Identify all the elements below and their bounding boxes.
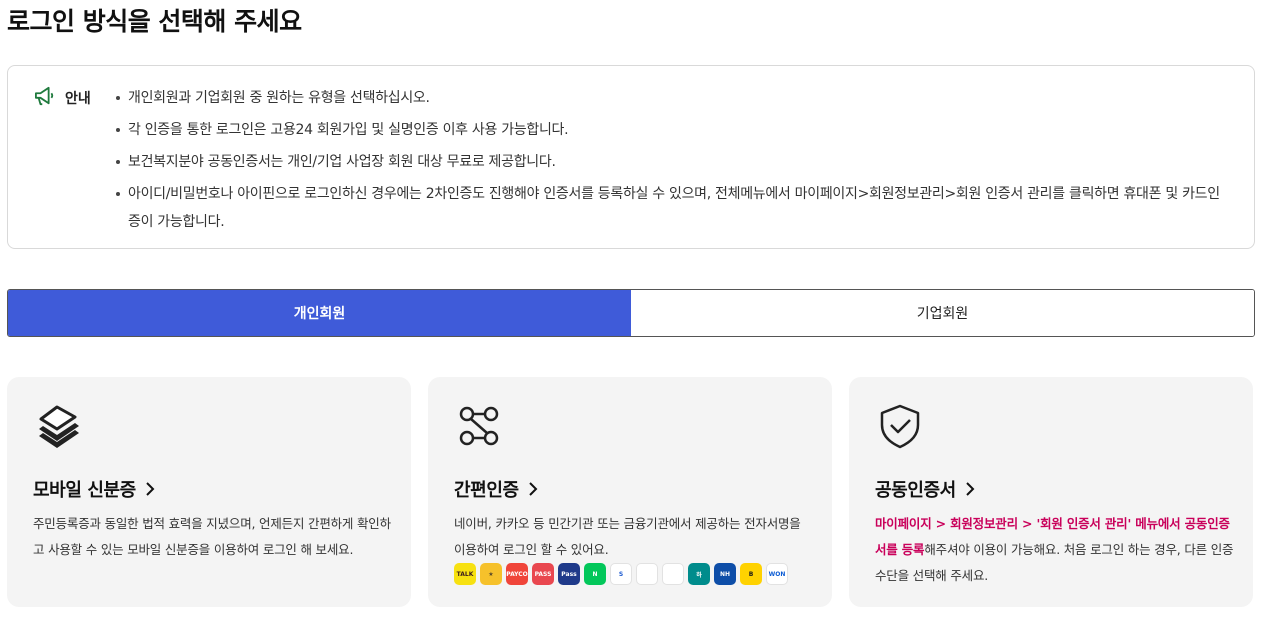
banksalad-logo-icon (662, 563, 684, 585)
tab-corporate[interactable]: 기업회원 (631, 290, 1254, 336)
notice-item: 아이디/비밀번호나 아이핀으로 로그인하신 경우에는 2차인증도 진행해야 인증… (115, 180, 1225, 236)
chevron-right-icon (966, 482, 975, 496)
kb-star-logo-icon: ★ (480, 563, 502, 585)
notice-item: 개인회원과 기업회원 중 원하는 유형을 선택하십시오. (115, 84, 1225, 112)
notice-list: 개인회원과 기업회원 중 원하는 유형을 선택하십시오. 각 인증을 통한 로그… (115, 84, 1225, 240)
kakao-logo-icon: TALK (454, 563, 476, 585)
member-type-tabs: 개인회원 기업회원 (7, 289, 1255, 337)
network-icon (456, 403, 502, 449)
mobile-id-title: 모바일 신분증 (33, 476, 155, 502)
mobile-id-title-text: 모바일 신분증 (33, 480, 136, 501)
tab-individual[interactable]: 개인회원 (8, 290, 631, 336)
login-method-cards: 모바일 신분증 주민등록증과 동일한 법적 효력을 지녔으며, 언제든지 간편하… (7, 377, 1253, 607)
pass-logo-icon: PASS (532, 563, 554, 585)
easy-auth-title-text: 간편인증 (454, 480, 519, 501)
notice-header: 안내 (34, 86, 91, 110)
easy-auth-title: 간편인증 (454, 476, 538, 502)
shinhan-logo-icon: S (610, 563, 632, 585)
joint-cert-title-text: 공동인증서 (875, 480, 956, 501)
joint-cert-desc: 마이페이지 > 회원정보관리 > '회원 인증서 관리' 메뉴에서 공동인증서를… (875, 511, 1235, 589)
easy-auth-provider-list: TALK ★ PAYCO PASS Pass N S 하 NH B WON (454, 563, 788, 585)
easy-auth-card[interactable]: 간편인증 네이버, 카카오 등 민간기관 또는 금융기관에서 제공하는 전자서명… (428, 377, 832, 607)
mobile-id-desc: 주민등록증과 동일한 법적 효력을 지녔으며, 언제든지 간편하게 확인하고 사… (33, 516, 391, 557)
naver-logo-icon: N (584, 563, 606, 585)
nh-logo-icon: NH (714, 563, 736, 585)
notice-item: 보건복지분야 공동인증서는 개인/기업 사업장 회원 대상 무료로 제공합니다. (115, 148, 1225, 176)
payco-logo-icon: PAYCO (506, 563, 528, 585)
joint-cert-desc-rest: 해주셔야 이용이 가능해요. 처음 로그인 하는 경우, 다른 인증 수단을 선… (875, 542, 1234, 583)
chevron-right-icon (146, 482, 155, 496)
woori-logo-icon: WON (766, 563, 788, 585)
easy-auth-desc: 네이버, 카카오 등 민간기관 또는 금융기관에서 제공하는 전자서명을 이용하… (454, 516, 801, 557)
hana-logo-icon: 하 (688, 563, 710, 585)
notice-label: 안내 (65, 91, 91, 107)
joint-cert-card[interactable]: 공동인증서 마이페이지 > 회원정보관리 > '회원 인증서 관리' 메뉴에서 … (849, 377, 1253, 607)
samsung-pass-logo-icon: Pass (558, 563, 580, 585)
kbank-logo-icon: B (740, 563, 762, 585)
toss-logo-icon (636, 563, 658, 585)
layers-icon (35, 403, 81, 449)
chevron-right-icon (528, 482, 538, 496)
mobile-id-card[interactable]: 모바일 신분증 주민등록증과 동일한 법적 효력을 지녔으며, 언제든지 간편하… (7, 377, 411, 607)
shield-check-icon (877, 403, 923, 449)
notice-box: 안내 개인회원과 기업회원 중 원하는 유형을 선택하십시오. 각 인증을 통한… (7, 65, 1255, 249)
megaphone-icon (34, 86, 56, 110)
joint-cert-title: 공동인증서 (875, 476, 975, 502)
page-title: 로그인 방식을 선택해 주세요 (7, 7, 302, 36)
notice-item: 각 인증을 통한 로그인은 고용24 회원가입 및 실명인증 이후 사용 가능합… (115, 116, 1225, 144)
